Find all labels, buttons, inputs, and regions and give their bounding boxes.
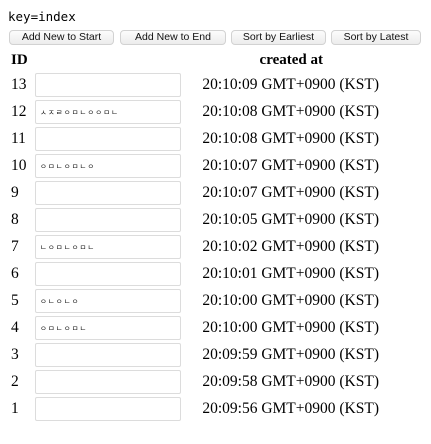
row-created-at: 20:10:05 GMT+0900 (KST): [202, 211, 379, 228]
table-row: 1 20:09:56 GMT+0900 (KST): [9, 396, 379, 422]
table-row: 13 20:10:09 GMT+0900 (KST): [9, 72, 379, 98]
sort-by-earliest-button[interactable]: Sort by Earliest: [231, 30, 326, 45]
row-text-input[interactable]: [35, 127, 181, 151]
row-id: 7: [11, 238, 19, 255]
table-row: 6 20:10:01 GMT+0900 (KST): [9, 261, 379, 287]
row-id: 10: [11, 157, 27, 174]
table-row: 12 20:10:08 GMT+0900 (KST): [9, 99, 379, 125]
row-id: 12: [11, 103, 27, 120]
add-new-to-end-button[interactable]: Add New to End: [120, 30, 226, 45]
table-row: 9 20:10:07 GMT+0900 (KST): [9, 180, 379, 206]
table-row: 10 20:10:07 GMT+0900 (KST): [9, 153, 379, 179]
row-id: 1: [11, 400, 19, 417]
table-row: 7 20:10:02 GMT+0900 (KST): [9, 234, 379, 260]
row-id: 5: [11, 292, 19, 309]
row-created-at: 20:09:58 GMT+0900 (KST): [202, 373, 379, 390]
sort-by-latest-button[interactable]: Sort by Latest: [331, 30, 421, 45]
row-id: 11: [11, 130, 26, 147]
row-created-at: 20:09:59 GMT+0900 (KST): [202, 346, 379, 363]
row-text-input[interactable]: [35, 73, 181, 97]
row-text-input[interactable]: [35, 235, 181, 259]
row-id: 3: [11, 346, 19, 363]
row-text-input[interactable]: [35, 262, 181, 286]
add-new-to-start-button[interactable]: Add New to Start: [9, 30, 114, 45]
row-id: 4: [11, 319, 19, 336]
table-row: 2 20:09:58 GMT+0900 (KST): [9, 369, 379, 395]
table-row: 11 20:10:08 GMT+0900 (KST): [9, 126, 379, 152]
row-created-at: 20:10:08 GMT+0900 (KST): [202, 103, 379, 120]
row-id: 8: [11, 211, 19, 228]
row-id: 13: [11, 76, 27, 93]
row-text-input[interactable]: [35, 370, 181, 394]
row-created-at: 20:10:07 GMT+0900 (KST): [202, 157, 379, 174]
row-created-at: 20:10:00 GMT+0900 (KST): [202, 319, 379, 336]
row-text-input[interactable]: [35, 154, 181, 178]
row-text-input[interactable]: [35, 181, 181, 205]
row-id: 2: [11, 373, 19, 390]
row-text-input[interactable]: [35, 397, 181, 421]
row-text-input[interactable]: [35, 316, 181, 340]
table-row: 3 20:09:59 GMT+0900 (KST): [9, 342, 379, 368]
row-created-at: 20:10:02 GMT+0900 (KST): [202, 238, 379, 255]
row-created-at: 20:10:08 GMT+0900 (KST): [202, 130, 379, 147]
key-label: key=index: [8, 9, 76, 24]
row-text-input[interactable]: [35, 343, 181, 367]
row-text-input[interactable]: [35, 289, 181, 313]
row-id: 6: [11, 265, 19, 282]
row-created-at: 20:09:56 GMT+0900 (KST): [202, 400, 379, 417]
row-created-at: 20:10:09 GMT+0900 (KST): [202, 76, 379, 93]
row-created-at: 20:10:01 GMT+0900 (KST): [202, 265, 379, 282]
row-created-at: 20:10:07 GMT+0900 (KST): [202, 184, 379, 201]
row-id: 9: [11, 184, 19, 201]
table-row: 4 20:10:00 GMT+0900 (KST): [9, 315, 379, 341]
table-row: 8 20:10:05 GMT+0900 (KST): [9, 207, 379, 233]
row-created-at: 20:10:00 GMT+0900 (KST): [202, 292, 379, 309]
row-text-input[interactable]: [35, 208, 181, 232]
row-text-input[interactable]: [35, 100, 181, 124]
table-row: 5 20:10:00 GMT+0900 (KST): [9, 288, 379, 314]
created-at-column-header: created at: [259, 52, 323, 68]
